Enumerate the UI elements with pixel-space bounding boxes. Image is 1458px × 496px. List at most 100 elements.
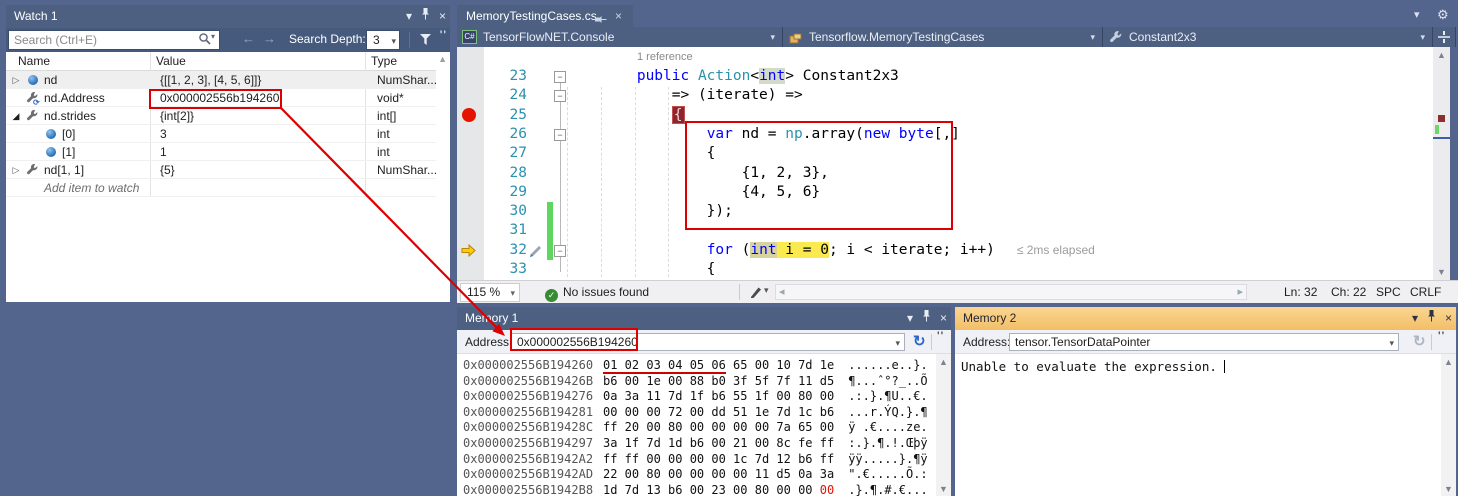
status-column[interactable]: Ch: 22 xyxy=(1331,281,1366,303)
member-dropdown[interactable]: Constant2x3▾ xyxy=(1103,27,1433,47)
zoom-select[interactable]: 115 % ▾ xyxy=(460,283,520,302)
watch-titlebar[interactable]: Watch 1 ▾ × xyxy=(6,5,450,28)
scroll-left-icon[interactable]: ◂ xyxy=(779,285,785,298)
fold-collapse-icon[interactable]: − xyxy=(554,90,566,102)
memory1-hex-dump[interactable]: 0x000002556B19426001 02 03 04 05 06 65 0… xyxy=(457,307,936,496)
editor-vertical-scrollbar[interactable]: ▲ ▼ xyxy=(1433,47,1450,280)
memory2-address-input[interactable]: tensor.TensorDataPointer ▾ xyxy=(1009,333,1399,351)
tab-close-icon[interactable]: × xyxy=(615,5,622,27)
tabwell-gear-icon[interactable]: ⚙ xyxy=(1437,7,1449,23)
code-line[interactable]: var nd = np.array(new byte[,] xyxy=(567,125,960,144)
search-icon[interactable] xyxy=(198,32,212,51)
watch-row[interactable]: [1]1int xyxy=(6,143,436,161)
split-window-button[interactable] xyxy=(1433,27,1456,47)
watch-value[interactable]: 3 xyxy=(156,125,167,143)
scroll-right-icon[interactable]: ▸ xyxy=(1237,285,1243,298)
back-icon[interactable]: ← xyxy=(242,31,255,46)
code-line[interactable]: {1, 2, 3}, xyxy=(567,164,829,183)
type-dropdown[interactable]: Tensorflow.MemoryTestingCases▾ xyxy=(783,27,1103,47)
code-line[interactable]: }); xyxy=(567,202,733,221)
memory-row[interactable]: 0x000002556B19426Bb6 00 1e 00 88 b0 3f 5… xyxy=(463,374,928,390)
scroll-up-icon[interactable]: ▲ xyxy=(1433,50,1450,60)
watch-value[interactable]: 1 xyxy=(156,143,167,161)
tabwell-dropdown-icon[interactable]: ▾ xyxy=(1414,8,1420,21)
editor-horizontal-scrollbar[interactable]: ◂ ▸ xyxy=(775,284,1247,300)
code-line[interactable]: { xyxy=(567,106,685,125)
fold-collapse-icon[interactable]: − xyxy=(554,245,566,257)
window-position-icon[interactable]: ▾ xyxy=(1412,307,1418,330)
pin-icon[interactable] xyxy=(421,5,430,28)
window-position-icon[interactable]: ▾ xyxy=(406,5,412,28)
expander-icon[interactable]: ▷ xyxy=(10,161,22,179)
status-spc[interactable]: SPC xyxy=(1376,281,1401,303)
scroll-down-icon[interactable]: ▼ xyxy=(936,484,951,494)
watch-name: nd.Address xyxy=(44,89,105,107)
code-line[interactable]: => (iterate) => xyxy=(567,86,803,105)
scroll-down-icon[interactable]: ▼ xyxy=(1433,267,1450,277)
filter-icon[interactable] xyxy=(418,32,433,52)
scroll-up-icon[interactable]: ▲ xyxy=(1441,357,1456,367)
watch-row[interactable]: ▷nd[1, 1]{5}NumShar... xyxy=(6,161,436,179)
expander-icon[interactable]: ▷ xyxy=(10,71,22,89)
code-line[interactable]: { xyxy=(567,144,715,163)
line-number: 24 xyxy=(484,86,527,105)
memory2-titlebar[interactable]: Memory 2 ▾ × xyxy=(955,307,1456,330)
scrollbar-breakpoint-marker xyxy=(1438,115,1445,122)
memory-row[interactable]: 0x000002556B19426001 02 03 04 05 06 65 0… xyxy=(463,358,928,374)
watch-value[interactable]: {int[2]} xyxy=(156,107,194,125)
column-header-value[interactable]: Value xyxy=(156,52,186,70)
watch-row[interactable]: Add item to watch xyxy=(6,179,436,197)
watch-value[interactable]: 0x000002556b194260 xyxy=(156,89,279,107)
codelens-references[interactable]: 1 reference xyxy=(637,51,693,63)
code-line[interactable]: public Action<int> Constant2x3 xyxy=(567,67,899,86)
memory2-scrollbar[interactable]: ▲ ▼ xyxy=(1441,354,1456,496)
scroll-up-icon[interactable]: ▲ xyxy=(936,357,951,367)
toolbar-overflow-icon[interactable]: '' xyxy=(440,29,447,41)
close-icon[interactable]: × xyxy=(439,5,446,28)
column-header-type[interactable]: Type xyxy=(371,52,397,70)
watch-scrollbar-up-icon[interactable]: ▲ xyxy=(438,54,447,64)
chevron-down-icon[interactable]: ▾ xyxy=(1389,335,1394,351)
toolbar-overflow-icon[interactable]: '' xyxy=(1438,330,1445,342)
close-icon[interactable]: × xyxy=(940,307,947,330)
status-line[interactable]: Ln: 32 xyxy=(1284,281,1317,303)
tab-memorytestingcases[interactable]: MemoryTestingCases.cs × xyxy=(457,5,633,27)
watch-row[interactable]: ◢nd.strides{int[2]}int[] xyxy=(6,107,436,125)
project-dropdown[interactable]: C# TensorFlowNET.Console▾ xyxy=(457,27,783,47)
code-line[interactable]: { xyxy=(567,260,715,279)
pen-dropdown-icon[interactable]: ▾ xyxy=(764,285,769,296)
search-input[interactable] xyxy=(8,30,220,50)
scroll-down-icon[interactable]: ▼ xyxy=(1441,484,1456,494)
watch-row[interactable]: ▷nd{[[1, 2, 3], [4, 5, 6]]}NumShar... xyxy=(6,71,436,89)
memory-row[interactable]: 0x000002556B1942AD22 00 80 00 00 00 00 1… xyxy=(463,467,928,483)
memory-row[interactable]: 0x000002556B19428Cff 20 00 80 00 00 00 0… xyxy=(463,420,928,436)
status-eol[interactable]: CRLF xyxy=(1410,281,1441,303)
pen-marker-icon[interactable] xyxy=(749,285,763,302)
watch-value[interactable]: {5} xyxy=(156,161,175,179)
perf-tip[interactable]: ≤ 2ms elapsed xyxy=(1017,243,1095,257)
toolbar-overflow-icon[interactable]: '' xyxy=(937,330,944,342)
fold-collapse-icon[interactable]: − xyxy=(554,71,566,83)
memory-row[interactable]: 0x000002556B1942973a 1f 7d 1d b6 00 21 0… xyxy=(463,436,928,452)
pin-icon[interactable] xyxy=(1427,307,1436,330)
expander-icon[interactable]: ◢ xyxy=(10,107,22,125)
fold-collapse-icon[interactable]: − xyxy=(554,129,566,141)
memory1-scrollbar[interactable]: ▲ ▼ xyxy=(936,354,951,496)
watch-value[interactable]: {[[1, 2, 3], [4, 5, 6]]} xyxy=(156,71,261,89)
search-depth-select[interactable]: 3 ▾ xyxy=(366,30,400,50)
close-icon[interactable]: × xyxy=(1445,307,1452,330)
code-line[interactable]: {4, 5, 6} xyxy=(567,183,820,202)
watch-row[interactable]: [0]3int xyxy=(6,125,436,143)
code-line[interactable]: for (int i = 0; i < iterate; i++)≤ 2ms e… xyxy=(567,241,1095,260)
search-dropdown-icon[interactable]: ▾ xyxy=(211,32,215,41)
column-header-name[interactable]: Name xyxy=(18,52,50,70)
memory-row[interactable]: 0x000002556B1942760a 3a 11 7d 1f b6 55 1… xyxy=(463,389,928,405)
breakpoint-icon[interactable] xyxy=(462,108,476,122)
forward-icon[interactable]: → xyxy=(263,31,276,46)
memory-row[interactable]: 0x000002556B1942B81d 7d 13 b6 00 23 00 8… xyxy=(463,483,928,496)
memory-row[interactable]: 0x000002556B1942A2ff ff 00 00 00 00 1c 7… xyxy=(463,452,928,468)
issues-status[interactable]: ✓No issues found xyxy=(545,281,649,303)
watch-row[interactable]: ⟳nd.Address0x000002556b194260void* xyxy=(6,89,436,107)
memory-row[interactable]: 0x000002556B19428100 00 00 72 00 dd 51 1… xyxy=(463,405,928,421)
code-editor[interactable]: 1 reference 23− public Action<int> Const… xyxy=(457,47,1433,280)
